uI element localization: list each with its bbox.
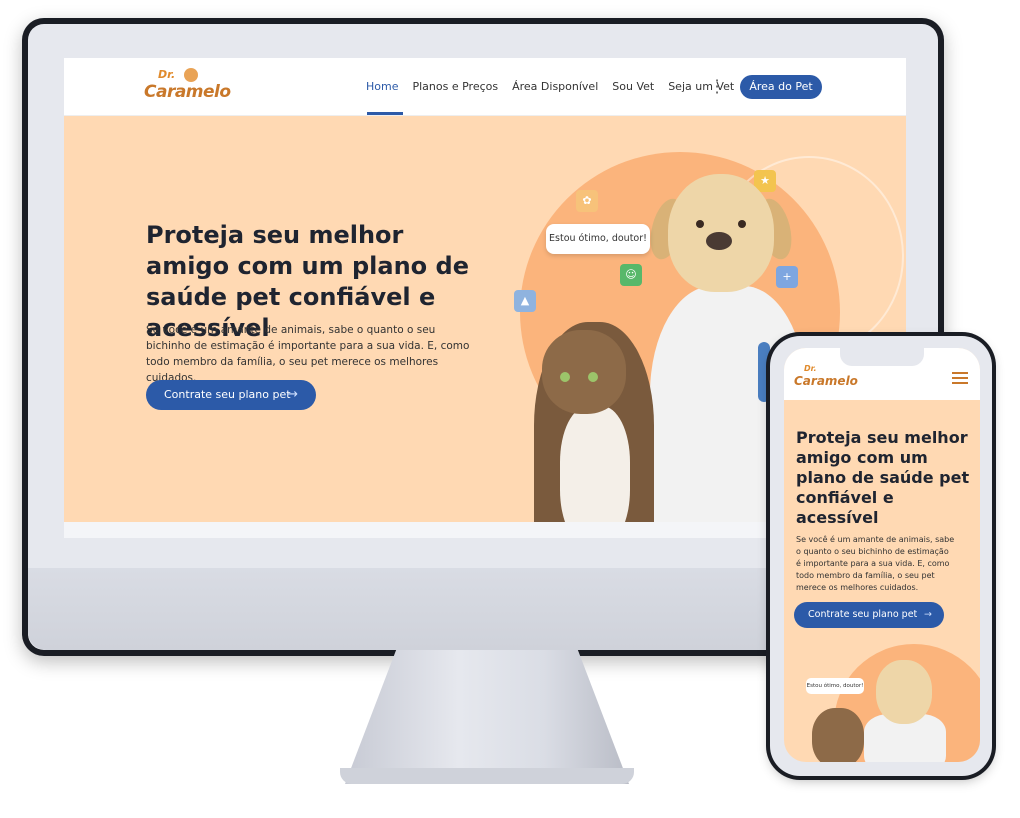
phone-notch — [840, 348, 924, 366]
arrow-right-icon: → — [924, 609, 932, 620]
nav-item-area[interactable]: Área Disponível — [512, 80, 598, 93]
smile-tag-icon: ☺ — [620, 264, 642, 286]
site-header: Dr. Caramelo Home Planos e Preços Área D… — [64, 58, 906, 116]
main-nav: Home Planos e Preços Área Disponível Sou… — [366, 80, 734, 93]
device-mockup: Dr. Caramelo Home Planos e Preços Área D… — [0, 0, 1020, 818]
mobile-hero-description: Se você é um amante de animais, sabe o q… — [796, 535, 955, 592]
active-nav-indicator — [367, 112, 403, 115]
monitor-stand — [345, 650, 629, 784]
thumbs-up-tag-icon: ▲ — [514, 290, 536, 312]
cat-head — [542, 330, 626, 414]
dog-nose — [706, 232, 732, 250]
mobile-cta-label: Contrate seu plano pet — [808, 609, 918, 620]
logo[interactable]: Dr. Caramelo — [144, 68, 234, 108]
kebab-menu-icon[interactable]: · · · — [714, 73, 720, 101]
hero-description: Se você é um amante de animais, sabe o q… — [146, 324, 470, 384]
area-do-pet-button[interactable]: Área do Pet — [740, 75, 822, 99]
logo-prefix: Dr. — [158, 68, 176, 81]
dog-eye — [738, 220, 746, 228]
nav-item-sou-vet[interactable]: Sou Vet — [612, 80, 654, 93]
plus-tag-icon: + — [776, 266, 798, 288]
mobile-contrate-plano-button[interactable]: Contrate seu plano pet → — [794, 602, 944, 628]
cta-label: Contrate seu plano pet — [164, 388, 291, 401]
dog-eye — [696, 220, 704, 228]
mobile-speech-bubble: Estou ótimo, doutor! — [806, 678, 864, 694]
mobile-cat — [812, 708, 864, 762]
mobile-dog-head — [876, 660, 932, 724]
stethoscope — [758, 342, 770, 402]
cat-chest — [560, 406, 630, 538]
nav-item-home[interactable]: Home — [366, 80, 398, 93]
mobile-logo-prefix: Dr. — [804, 364, 817, 373]
mobile-screen: Dr. Caramelo Proteja seu melhor amigo co… — [784, 348, 980, 762]
mobile-logo[interactable]: Caramelo — [794, 374, 858, 388]
monitor-stand-base — [340, 768, 634, 784]
cat-eye — [588, 372, 598, 382]
arrow-right-icon: → — [287, 387, 298, 402]
cat-eye — [560, 372, 570, 382]
logo-name: Caramelo — [144, 82, 231, 102]
paw-tag-icon: ✿ — [576, 190, 598, 212]
nav-item-planos[interactable]: Planos e Preços — [412, 80, 498, 93]
contrate-plano-button[interactable]: Contrate seu plano pet → — [146, 380, 316, 410]
speech-bubble: Estou ótimo, doutor! — [546, 224, 650, 254]
paw-icon — [184, 68, 198, 82]
nav-item-seja-vet[interactable]: Seja um Vet — [668, 80, 734, 93]
mobile-hero-title: Proteja seu melhor amigo com um plano de… — [796, 428, 970, 527]
hamburger-menu-icon[interactable] — [952, 372, 968, 384]
